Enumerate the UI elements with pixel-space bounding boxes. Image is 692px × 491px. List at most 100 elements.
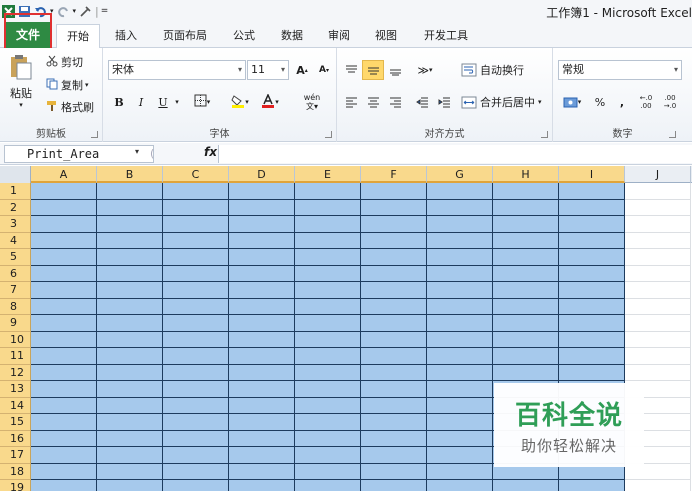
increase-decimal-button[interactable]: ←.0 .00 xyxy=(635,92,657,112)
row-header-9[interactable]: 9 xyxy=(0,315,31,332)
cell-a19[interactable] xyxy=(31,480,97,491)
number-launcher-icon[interactable] xyxy=(669,131,676,138)
cell-g9[interactable] xyxy=(427,315,493,332)
cell-e17[interactable] xyxy=(295,447,361,464)
cell-b13[interactable] xyxy=(97,381,163,398)
cell-i10[interactable] xyxy=(559,331,625,348)
cell-b9[interactable] xyxy=(97,315,163,332)
tab-insert[interactable]: 插入 xyxy=(110,24,142,48)
cell-a11[interactable] xyxy=(31,348,97,365)
cell-e12[interactable] xyxy=(295,364,361,381)
cell-g14[interactable] xyxy=(427,397,493,414)
bold-button[interactable]: B xyxy=(108,92,130,112)
cut-button[interactable]: 剪切 xyxy=(46,54,83,70)
cell-f10[interactable] xyxy=(361,331,427,348)
cell-f4[interactable] xyxy=(361,232,427,249)
cell-b14[interactable] xyxy=(97,397,163,414)
tab-view[interactable]: 视图 xyxy=(370,24,402,48)
cell-i7[interactable] xyxy=(559,282,625,299)
cell-d6[interactable] xyxy=(229,265,295,282)
tab-page-layout[interactable]: 页面布局 xyxy=(157,24,213,48)
row-header-3[interactable]: 3 xyxy=(0,216,31,233)
cell-b4[interactable] xyxy=(97,232,163,249)
cell-c9[interactable] xyxy=(163,315,229,332)
cell-h19[interactable] xyxy=(493,480,559,491)
cell-b12[interactable] xyxy=(97,364,163,381)
cell-c12[interactable] xyxy=(163,364,229,381)
cell-c19[interactable] xyxy=(163,480,229,491)
cell-g3[interactable] xyxy=(427,216,493,233)
cell-e19[interactable] xyxy=(295,480,361,491)
cell-b2[interactable] xyxy=(97,199,163,216)
cell-a17[interactable] xyxy=(31,447,97,464)
row-header-5[interactable]: 5 xyxy=(0,249,31,266)
cell-i4[interactable] xyxy=(559,232,625,249)
cell-g7[interactable] xyxy=(427,282,493,299)
cell-f12[interactable] xyxy=(361,364,427,381)
cell-f1[interactable] xyxy=(361,183,427,200)
copy-button[interactable]: 复制 ▾ xyxy=(46,77,89,93)
decrease-indent-button[interactable] xyxy=(411,92,433,112)
grow-font-button[interactable]: A ▴ xyxy=(291,60,313,80)
cell-d16[interactable] xyxy=(229,430,295,447)
cell-i9[interactable] xyxy=(559,315,625,332)
cell-e1[interactable] xyxy=(295,183,361,200)
cell-e15[interactable] xyxy=(295,414,361,431)
cell-e9[interactable] xyxy=(295,315,361,332)
cell-i5[interactable] xyxy=(559,249,625,266)
cell-f3[interactable] xyxy=(361,216,427,233)
cell-a5[interactable] xyxy=(31,249,97,266)
cell-b6[interactable] xyxy=(97,265,163,282)
tab-data[interactable]: 数据 xyxy=(276,24,308,48)
cell-h12[interactable] xyxy=(493,364,559,381)
cell-b15[interactable] xyxy=(97,414,163,431)
cell-b17[interactable] xyxy=(97,447,163,464)
cell-h11[interactable] xyxy=(493,348,559,365)
cell-c18[interactable] xyxy=(163,463,229,480)
cell-g5[interactable] xyxy=(427,249,493,266)
cell-g10[interactable] xyxy=(427,331,493,348)
cell-d3[interactable] xyxy=(229,216,295,233)
cell-c8[interactable] xyxy=(163,298,229,315)
percent-button[interactable]: % xyxy=(589,92,611,112)
cell-d1[interactable] xyxy=(229,183,295,200)
cell-h8[interactable] xyxy=(493,298,559,315)
cell-i2[interactable] xyxy=(559,199,625,216)
row-header-1[interactable]: 1 xyxy=(0,183,31,200)
increase-indent-button[interactable] xyxy=(433,92,455,112)
cell-e3[interactable] xyxy=(295,216,361,233)
cell-e8[interactable] xyxy=(295,298,361,315)
cell-b1[interactable] xyxy=(97,183,163,200)
redo-icon[interactable] xyxy=(57,5,70,18)
format-painter-button[interactable]: 格式刷 xyxy=(46,99,94,115)
shrink-font-button[interactable]: A ▾ xyxy=(313,60,335,80)
cell-d2[interactable] xyxy=(229,199,295,216)
cell-a10[interactable] xyxy=(31,331,97,348)
cell-b19[interactable] xyxy=(97,480,163,491)
cell-d17[interactable] xyxy=(229,447,295,464)
cell-c11[interactable] xyxy=(163,348,229,365)
cell-d12[interactable] xyxy=(229,364,295,381)
row-header-19[interactable]: 19 xyxy=(0,480,31,491)
cell-c3[interactable] xyxy=(163,216,229,233)
cell-i12[interactable] xyxy=(559,364,625,381)
font-color-button[interactable]: ▾ xyxy=(259,92,281,112)
cell-a7[interactable] xyxy=(31,282,97,299)
cell-g11[interactable] xyxy=(427,348,493,365)
name-box[interactable]: Print_Area xyxy=(4,145,154,163)
cell-g15[interactable] xyxy=(427,414,493,431)
align-bottom-button[interactable] xyxy=(384,60,406,80)
cell-a13[interactable] xyxy=(31,381,97,398)
cell-c4[interactable] xyxy=(163,232,229,249)
cell-h5[interactable] xyxy=(493,249,559,266)
cell-c10[interactable] xyxy=(163,331,229,348)
cell-h6[interactable] xyxy=(493,265,559,282)
phonetic-button[interactable]: wén 文▾ xyxy=(297,92,327,112)
cell-h1[interactable] xyxy=(493,183,559,200)
cell-g16[interactable] xyxy=(427,430,493,447)
cell-j4[interactable] xyxy=(625,232,691,249)
cell-a14[interactable] xyxy=(31,397,97,414)
cell-b18[interactable] xyxy=(97,463,163,480)
row-header-10[interactable]: 10 xyxy=(0,331,31,348)
alignment-launcher-icon[interactable] xyxy=(541,131,548,138)
